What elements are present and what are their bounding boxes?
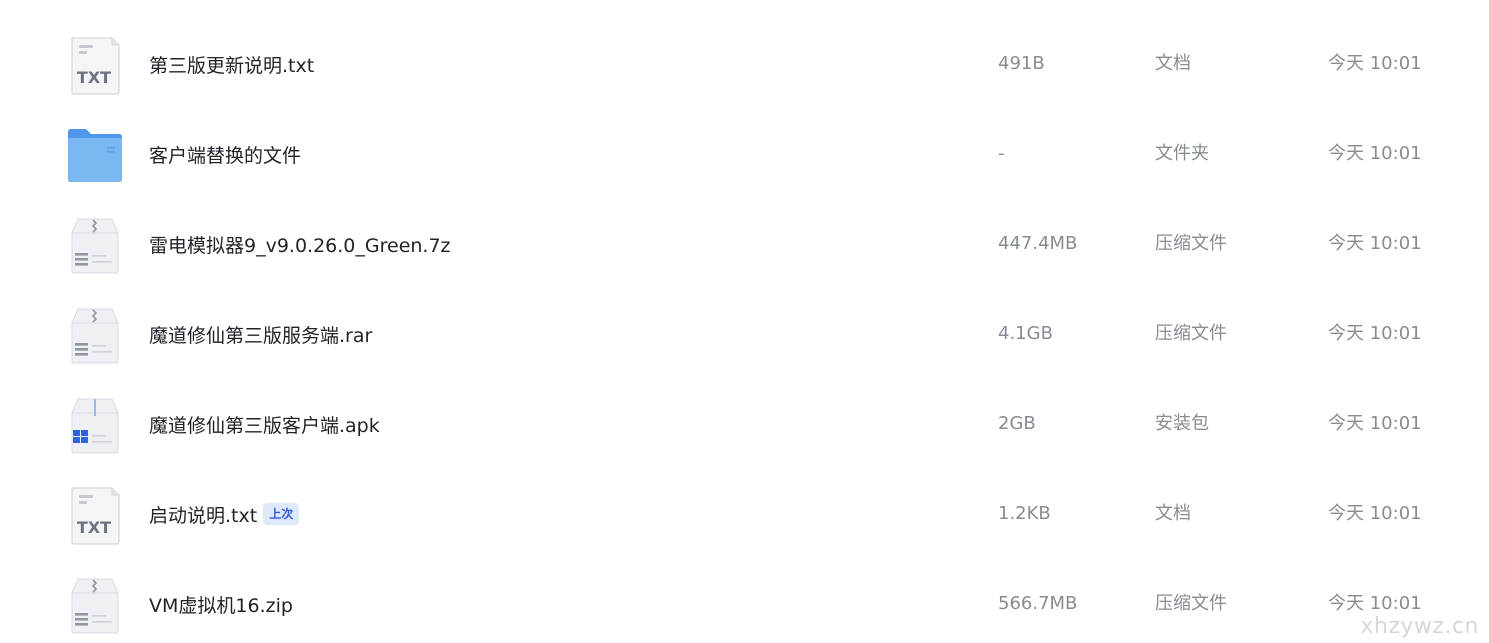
installer-package-icon [66,397,124,455]
file-date: 今天 10:01 [1328,323,1422,344]
file-type: 文档 [1155,503,1191,524]
file-row[interactable]: 雷电模拟器9_v9.0.26.0_Green.7z 447.4MB 压缩文件 今… [0,199,1489,289]
file-row[interactable]: 魔道修仙第三版服务端.rar 4.1GB 压缩文件 今天 10:01 [0,289,1489,379]
file-name[interactable]: 启动说明.txt [149,501,257,528]
file-name[interactable]: VM虚拟机16.zip [149,591,293,618]
file-date: 今天 10:01 [1328,143,1422,164]
file-size: 447.4MB [998,233,1078,254]
svg-text:TXT: TXT [77,518,111,537]
file-row[interactable]: 魔道修仙第三版客户端.apk 2GB 安装包 今天 10:01 [0,379,1489,469]
archive-file-icon [66,307,124,365]
txt-file-icon: TXT [66,487,124,545]
file-name[interactable]: 魔道修仙第三版客户端.apk [149,411,380,438]
archive-file-icon [66,577,124,635]
file-date: 今天 10:01 [1328,413,1422,434]
file-size: 4.1GB [998,323,1053,344]
last-opened-badge: 上次 [263,503,300,525]
file-row[interactable]: 客户端替换的文件 - 文件夹 今天 10:01 [0,109,1489,199]
file-name[interactable]: 第三版更新说明.txt [149,51,314,78]
file-type: 安装包 [1155,413,1209,434]
file-type: 压缩文件 [1155,233,1227,254]
file-name[interactable]: 雷电模拟器9_v9.0.26.0_Green.7z [149,231,451,258]
svg-text:TXT: TXT [77,68,111,87]
file-name[interactable]: 魔道修仙第三版服务端.rar [149,321,372,348]
file-date: 今天 10:01 [1328,233,1422,254]
file-type: 压缩文件 [1155,593,1227,614]
file-type: 文档 [1155,53,1191,74]
file-name[interactable]: 客户端替换的文件 [149,141,301,168]
file-date: 今天 10:01 [1328,53,1422,74]
file-size: 1.2KB [998,503,1051,524]
file-row[interactable]: TXT 第三版更新说明.txt 491B 文档 今天 10:01 [0,19,1489,109]
file-size: 2GB [998,413,1036,434]
file-type: 压缩文件 [1155,323,1227,344]
file-row[interactable]: VM虚拟机16.zip 566.7MB 压缩文件 今天 10:01 [0,559,1489,643]
txt-file-icon: TXT [66,37,124,95]
archive-file-icon [66,217,124,275]
file-size: 566.7MB [998,593,1078,614]
file-date: 今天 10:01 [1328,503,1422,524]
file-size: - [998,143,1005,164]
file-size: 491B [998,53,1045,74]
file-type: 文件夹 [1155,143,1209,164]
folder-icon [66,127,124,185]
file-list: TXT 第三版更新说明.txt 491B 文档 今天 10:01 客户端替换的文… [0,0,1489,643]
file-row[interactable]: TXT 启动说明.txt 上次 1.2KB 文档 今天 10:01 [0,469,1489,559]
watermark: xhzywz.cn [1360,614,1479,639]
